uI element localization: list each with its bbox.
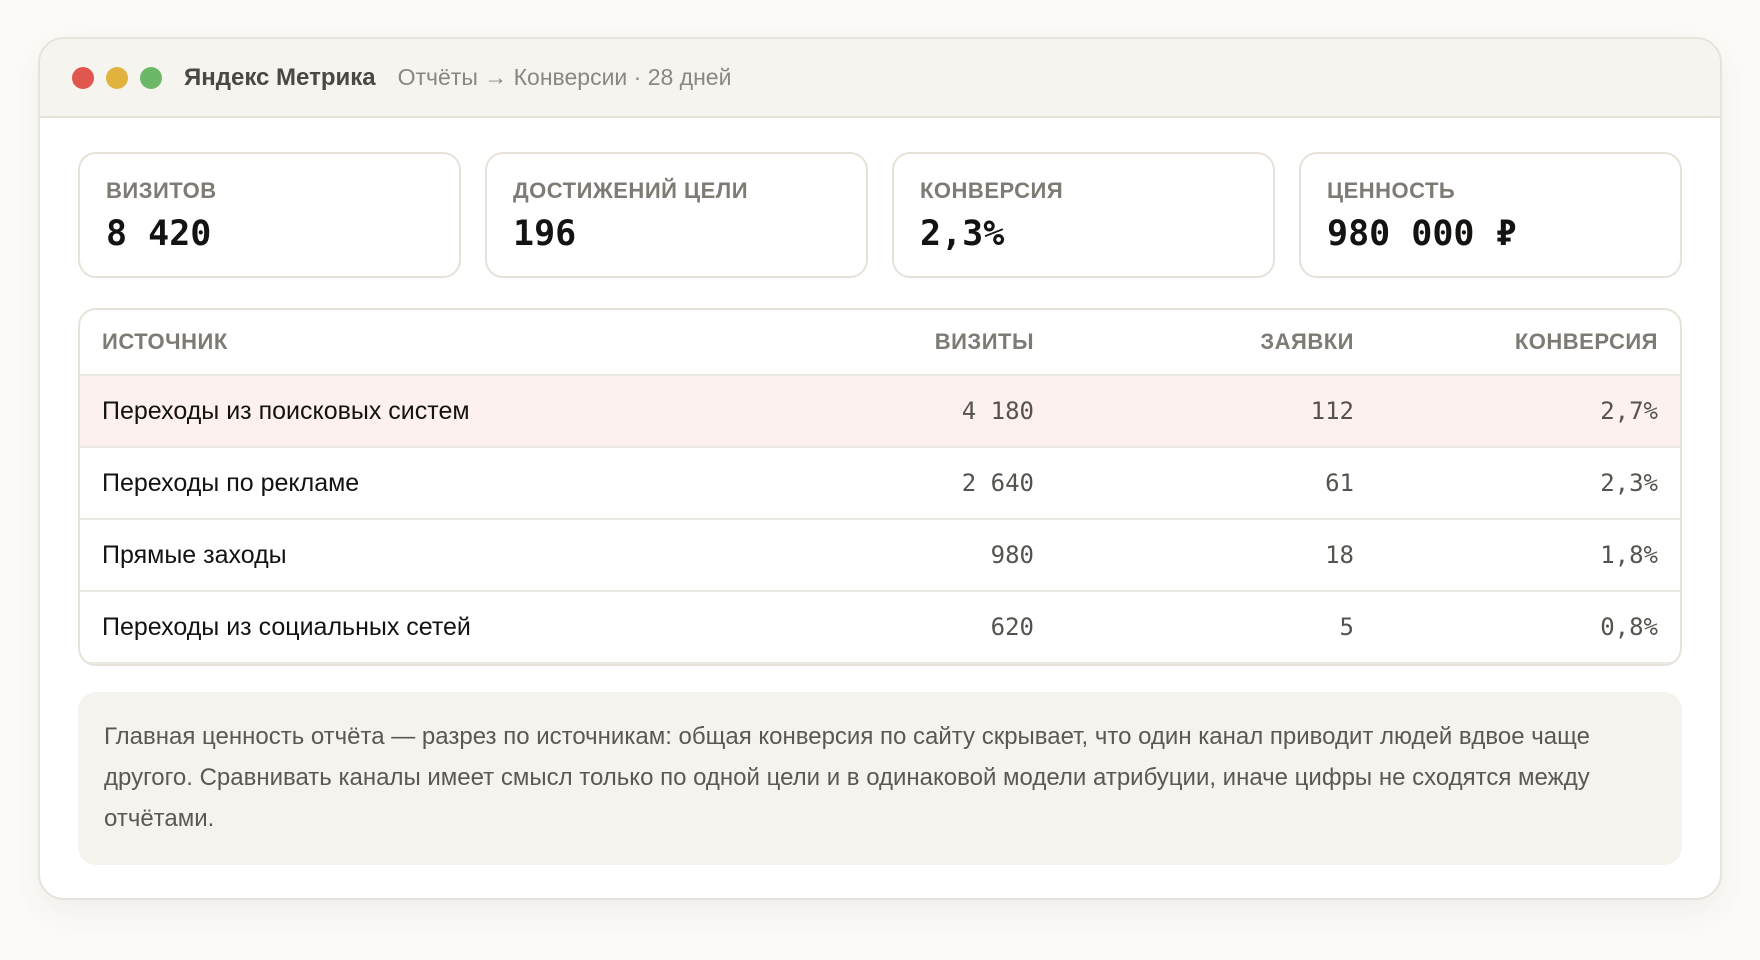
cell-visits: 4 180 — [736, 375, 1056, 448]
breadcrumb: Отчёты → Конверсии · 28 дней — [397, 64, 732, 90]
column-header-leads[interactable]: Заявки — [1056, 310, 1376, 376]
kpi-value: 2,3% — [920, 214, 1005, 254]
kpi-label: Ценность — [1327, 178, 1456, 203]
cell-conversion: 2,7% — [1376, 375, 1680, 448]
report-window: Яндекс Метрика Отчёты → Конверсии · 28 д… — [38, 37, 1722, 900]
column-header-visits[interactable]: Визиты — [736, 310, 1056, 376]
column-header-conversion[interactable]: Конверсия — [1376, 310, 1680, 376]
cell-conversion: 1,8% — [1376, 519, 1680, 592]
cell-source: Переходы из социальных сетей — [80, 591, 736, 664]
table-row[interactable]: Переходы из поисковых систем 4 180 112 2… — [80, 375, 1680, 448]
report-note: Главная ценность отчёта — разрез по исто… — [78, 692, 1682, 865]
kpi-value: 980 000 ₽ — [1327, 214, 1517, 254]
kpi-cards: Визитов 8 420 Достижений цели 196 Конвер… — [78, 152, 1682, 278]
table-header-row: Источник Визиты Заявки Конверсия — [80, 310, 1680, 376]
table-row[interactable]: Прямые заходы 980 18 1,8% — [80, 519, 1680, 592]
cell-visits: 980 — [736, 519, 1056, 592]
table-row[interactable]: Переходы из социальных сетей 620 5 0,8% — [80, 591, 1680, 664]
title-bar: Яндекс Метрика Отчёты → Конверсии · 28 д… — [40, 39, 1720, 118]
cell-leads: 112 — [1056, 375, 1376, 448]
kpi-card-goals: Достижений цели 196 — [485, 152, 868, 278]
column-header-source[interactable]: Источник — [80, 310, 736, 376]
kpi-label: Достижений цели — [513, 178, 749, 203]
cell-source: Прямые заходы — [80, 519, 736, 592]
kpi-card-value: Ценность 980 000 ₽ — [1299, 152, 1682, 278]
table-row[interactable]: Переходы по рекламе 2 640 61 2,3% — [80, 447, 1680, 520]
cell-conversion: 2,3% — [1376, 447, 1680, 520]
close-window-button[interactable] — [72, 66, 94, 89]
kpi-value: 8 420 — [106, 214, 212, 254]
cell-conversion: 0,8% — [1376, 591, 1680, 664]
cell-visits: 620 — [736, 591, 1056, 664]
cell-leads: 61 — [1056, 447, 1376, 520]
kpi-card-conversion: Конверсия 2,3% — [892, 152, 1275, 278]
cell-leads: 18 — [1056, 519, 1376, 592]
cell-source: Переходы из поисковых систем — [80, 375, 736, 448]
cell-leads: 5 — [1056, 591, 1376, 664]
report-content: Визитов 8 420 Достижений цели 196 Конвер… — [40, 118, 1720, 865]
kpi-value: 196 — [513, 214, 577, 254]
minimize-window-button[interactable] — [106, 66, 128, 89]
cell-visits: 2 640 — [736, 447, 1056, 520]
sources-table: Источник Визиты Заявки Конверсия Переход… — [78, 308, 1682, 666]
app-title: Яндекс Метрика — [184, 63, 376, 91]
maximize-window-button[interactable] — [140, 66, 162, 89]
kpi-label: Конверсия — [920, 178, 1064, 203]
kpi-card-visits: Визитов 8 420 — [78, 152, 461, 278]
kpi-label: Визитов — [106, 178, 217, 203]
cell-source: Переходы по рекламе — [80, 447, 736, 520]
